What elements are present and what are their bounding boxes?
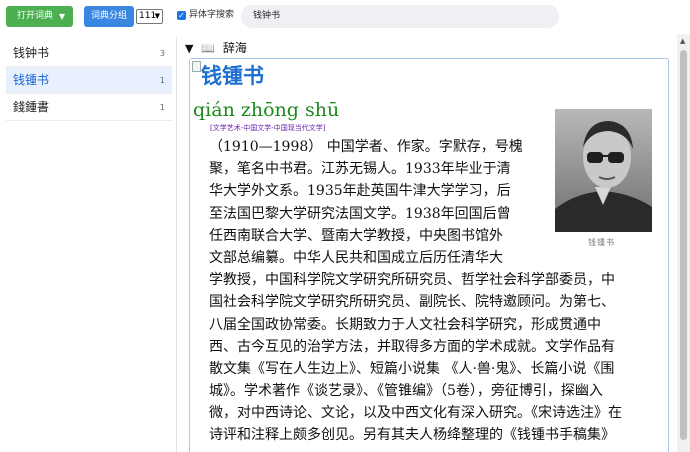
definition-line: （1910—1998） 中国学者、作家。字默存，号槐 — [209, 139, 523, 155]
definition-line: 华大学外文系。1935年赴英国牛津大学学习，后 — [209, 183, 511, 200]
book-icon: 📖 — [201, 42, 215, 55]
chevron-down-icon: ▼ — [154, 12, 160, 20]
entry-category-tags[interactable]: [文学艺术-中国文学-中国现当代文学] — [210, 123, 326, 133]
definition-line: 微，对中西诗论、文论，以及中西文化有深入研究。《宋诗选注》在 — [209, 405, 622, 422]
sidebar-item-2[interactable]: 錢鍾書 1 — [6, 94, 172, 121]
definition-line: 聚，笔名中书君。江苏无锡人。1933年毕业于清 — [209, 161, 511, 178]
entry-headword: 钱锺书 — [201, 64, 264, 88]
definition-line: 学教授，中国科学院文学研究所研究员、哲学社会科学部委员，中 — [209, 272, 615, 289]
variant-search-checkbox[interactable]: ✓ — [177, 11, 186, 20]
scrollbar-thumb[interactable] — [680, 50, 687, 440]
sidebar-item-label: 钱钟书 — [13, 46, 50, 60]
entry-panel: 钱锺书 qián zhōng shū [文学艺术-中国文学-中国现当代文学] 钱… — [189, 58, 669, 452]
sidebar-item-count: 3 — [159, 49, 165, 58]
sidebar-item-label: 钱锺书 — [13, 73, 50, 87]
group-select[interactable]: 111 ▼ — [136, 9, 163, 24]
group-select-value: 111 — [139, 11, 157, 21]
variant-search-label: 异体字搜索 — [189, 10, 235, 20]
definition-line: 至法国巴黎大学研究法国文学。1938年回国后曾 — [209, 205, 511, 222]
collapse-triangle-icon[interactable]: ▼ — [185, 42, 193, 55]
sidebar: 钱钟书 3 钱锺书 1 錢鍾書 1 — [0, 37, 177, 452]
open-dictionary-button[interactable]: 打开词典 ▼ — [6, 6, 73, 27]
definition-line: 诗评和注释上颇多创见。另有其夫人杨绛整理的《钱锺书手稿集》 — [209, 427, 615, 444]
sidebar-item-count: 1 — [159, 76, 165, 85]
definition-line: 国社会科学院文学研究所研究员、副院长、院特邀顾问。为第七、 — [209, 294, 615, 311]
open-dictionary-label: 打开词典 — [17, 11, 54, 21]
definition-line: 八届全国政协常委。长期致力于人文社会科学研究，形成贯通中 — [209, 316, 601, 333]
search-input[interactable]: 钱钟书 — [241, 5, 559, 28]
sidebar-item-count: 1 — [159, 103, 165, 112]
dictionary-group-button[interactable]: 词典分组 — [84, 6, 134, 27]
sidebar-item-1[interactable]: 钱锺书 1 — [6, 67, 172, 94]
toolbar: 打开词典 ▼ 词典分组 111 ▼ ✓ 异体字搜索 钱钟书 — [0, 0, 690, 32]
definition-line: 任西南联合大学、暨南大学教授，中央图书馆外 — [209, 227, 503, 244]
definition-line: 文部总编纂。中华人民共和国成立后历任清华大 — [209, 249, 503, 266]
definition-line: 城》。学术著作《谈艺录》、《管锥编》（5卷），旁征博引，探幽入 — [209, 383, 603, 400]
caret-down-icon: ▼ — [58, 12, 65, 21]
dictionary-header[interactable]: ▼ 📖 辞海 — [185, 40, 247, 57]
definition-line: 散文集《写在人生边上》、短篇小说集 《人·兽·鬼》、长篇小说《围 — [209, 360, 615, 377]
entry-pinyin: qián zhōng shū — [193, 99, 340, 121]
vertical-scrollbar[interactable]: ▲ — [677, 34, 690, 452]
dictionary-name: 辞海 — [222, 41, 247, 55]
definition-line: 西、古今互见的治学方法，并取得多方面的学术成就。文学作品有 — [209, 338, 615, 355]
broken-image-icon — [192, 61, 201, 72]
entry-definition: （1910—1998） 中国学者、作家。字默存，号槐 聚，笔名中书君。江苏无锡人… — [209, 136, 661, 447]
sidebar-item-0[interactable]: 钱钟书 3 — [6, 40, 172, 67]
scroll-up-icon[interactable]: ▲ — [680, 37, 685, 45]
sidebar-item-label: 錢鍾書 — [13, 100, 50, 114]
